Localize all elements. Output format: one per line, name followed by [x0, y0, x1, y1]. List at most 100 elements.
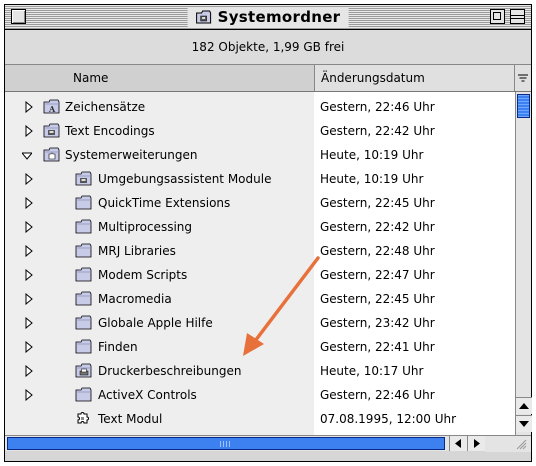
scroll-right-arrow[interactable] [467, 436, 485, 451]
row-date: Gestern, 22:47 Uhr [320, 268, 435, 282]
disclosure-triangle-collapsed-icon[interactable] [24, 317, 34, 329]
row-name: Macromedia [98, 292, 172, 306]
folder-icon [75, 195, 92, 210]
disclosure-triangle-collapsed-icon[interactable] [24, 197, 34, 209]
arrow-up-icon [519, 403, 529, 409]
row-name: MRJ Libraries [98, 244, 176, 258]
row-date: Heute, 10:19 Uhr [320, 148, 424, 162]
folder-icon [75, 387, 92, 402]
disclosure-triangle-collapsed-icon[interactable] [24, 389, 34, 401]
system-folder-icon [75, 171, 92, 186]
list-row[interactable]: A Zeichensätze Gestern, 22:46 Uhr [5, 95, 515, 119]
row-date: Gestern, 22:42 Uhr [320, 124, 435, 138]
sort-direction-button[interactable] [515, 65, 531, 91]
disclosure-triangle-collapsed-icon[interactable] [24, 173, 34, 185]
folder-icon [75, 339, 92, 354]
svg-text:A: A [48, 104, 56, 114]
list-row[interactable]: Modem Scripts Gestern, 22:47 Uhr [5, 263, 515, 287]
scroll-up-arrow[interactable] [516, 397, 532, 414]
disclosure-triangle-collapsed-icon[interactable] [24, 125, 34, 137]
row-date: Gestern, 22:48 Uhr [320, 244, 435, 258]
column-header-date-label: Änderungsdatum [321, 71, 425, 85]
info-bar: 182 Objekte, 1,99 GB frei [5, 30, 531, 65]
row-name: Umgebungsassistent Module [98, 172, 272, 186]
collapse-box[interactable] [510, 9, 525, 24]
grow-box-icon[interactable] [515, 438, 527, 450]
row-name: Modem Scripts [98, 268, 188, 282]
row-name: Text Encodings [65, 124, 155, 138]
item-count-free-space: 182 Objekte, 1,99 GB frei [191, 40, 345, 54]
disclosure-triangle-collapsed-icon[interactable] [24, 245, 34, 257]
list-row[interactable]: ActiveX Controls Gestern, 22:46 Uhr [5, 383, 515, 407]
list-row[interactable]: Umgebungsassistent Module Heute, 10:19 Uh… [5, 167, 515, 191]
row-date: Gestern, 22:45 Uhr [320, 292, 435, 306]
list-row[interactable]: QuickTime Extensions Gestern, 22:45 Uhr [5, 191, 515, 215]
row-date: Gestern, 22:41 Uhr [320, 340, 435, 354]
list-row[interactable]: Systemerweiterungen Heute, 10:19 Uhr [5, 143, 515, 167]
disclosure-triangle-collapsed-icon[interactable] [24, 101, 34, 113]
row-name: Globale Apple Hilfe [98, 316, 213, 330]
extensions-folder-icon [43, 147, 60, 162]
sort-direction-icon [518, 74, 528, 82]
vertical-scroll-thumb[interactable] [517, 94, 530, 118]
fonts-folder-icon: A [43, 99, 60, 114]
list-row[interactable]: Finden Gestern, 22:41 Uhr [5, 335, 515, 359]
close-box[interactable] [11, 9, 26, 24]
list-row[interactable]: Druckerbeschreibungen Heute, 10:17 Uhr [5, 359, 515, 383]
row-name: Zeichensätze [65, 100, 146, 114]
arrow-left-icon [455, 439, 461, 448]
printer-folder-icon [75, 363, 92, 378]
extension-puzzle-icon [77, 412, 89, 424]
disclosure-triangle-collapsed-icon[interactable] [24, 293, 34, 305]
scroll-left-arrow[interactable] [449, 436, 467, 451]
disclosure-triangle-expanded-icon[interactable] [22, 149, 32, 161]
list-row[interactable]: Text Modul 07.08.1995, 12:00 Uhr [5, 407, 515, 431]
arrow-down-icon [519, 421, 529, 427]
zoom-box[interactable] [490, 9, 505, 24]
file-list: A Zeichensätze Gestern, 22:46 Uhr Text Enco… [5, 92, 515, 435]
disclosure-triangle-collapsed-icon[interactable] [24, 269, 34, 281]
row-date: Gestern, 22:46 Uhr [320, 100, 435, 114]
list-row[interactable]: MRJ Libraries Gestern, 22:48 Uhr [5, 239, 515, 263]
folder-icon [75, 267, 92, 282]
row-date: Gestern, 22:45 Uhr [320, 196, 435, 210]
window-title: Systemordner [217, 8, 341, 26]
list-row[interactable]: Globale Apple Hilfe Gestern, 23:42 Uhr [5, 311, 515, 335]
vertical-scrollbar[interactable] [515, 92, 532, 435]
row-date: Gestern, 22:42 Uhr [320, 220, 435, 234]
folder-icon [75, 219, 92, 234]
system-folder-icon [43, 123, 60, 138]
resize-area [485, 435, 531, 452]
disclosure-triangle-collapsed-icon[interactable] [24, 365, 34, 377]
list-row[interactable]: Macromedia Gestern, 22:45 Uhr [5, 287, 515, 311]
row-name: Multiprocessing [98, 220, 193, 234]
list-header: Name Änderungsdatum [5, 65, 531, 92]
column-header-name[interactable]: Name [5, 65, 315, 91]
finder-window: Systemordner 182 Objekte, 1,99 GB frei N… [4, 4, 532, 462]
disclosure-triangle-collapsed-icon[interactable] [24, 221, 34, 233]
scroll-down-arrow[interactable] [516, 415, 532, 432]
folder-icon [75, 315, 92, 330]
disclosure-triangle-collapsed-icon[interactable] [24, 341, 34, 353]
system-folder-icon [196, 10, 212, 24]
row-name: Text Modul [98, 412, 163, 426]
horizontal-scrollbar[interactable] [5, 435, 485, 451]
window-title-group: Systemordner [187, 7, 349, 27]
row-name: Systemerweiterungen [65, 148, 198, 162]
column-header-name-label: Name [73, 71, 109, 85]
row-name: QuickTime Extensions [98, 196, 231, 210]
horizontal-scroll-thumb[interactable] [7, 437, 445, 450]
row-name: Druckerbeschreibungen [98, 364, 242, 378]
list-row[interactable]: Text Encodings Gestern, 22:42 Uhr [5, 119, 515, 143]
folder-icon [75, 243, 92, 258]
row-date: Heute, 10:17 Uhr [320, 364, 424, 378]
row-name: Finden [98, 340, 138, 354]
title-bar[interactable]: Systemordner [5, 5, 531, 30]
list-row[interactable]: Multiprocessing Gestern, 22:42 Uhr [5, 215, 515, 239]
row-date: 07.08.1995, 12:00 Uhr [320, 412, 457, 426]
column-header-date[interactable]: Änderungsdatum [315, 65, 515, 91]
row-name: ActiveX Controls [98, 388, 197, 402]
row-date: Heute, 10:19 Uhr [320, 172, 424, 186]
arrow-right-icon [474, 439, 480, 448]
row-date: Gestern, 22:46 Uhr [320, 388, 435, 402]
